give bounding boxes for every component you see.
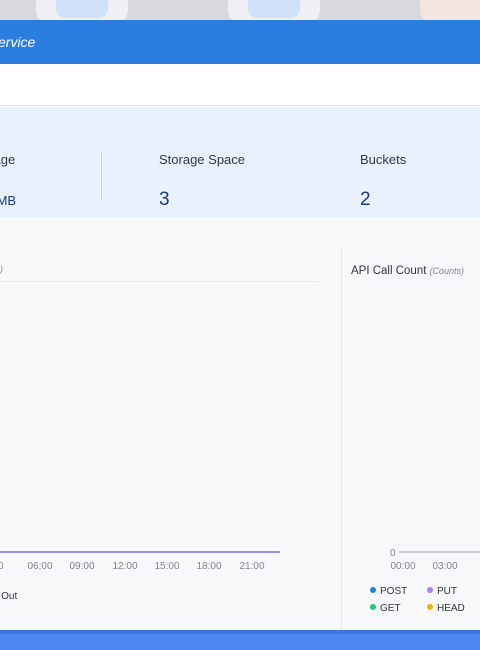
desktop-app-icon[interactable]: [36, 0, 128, 20]
legend-item-get: GET: [370, 603, 401, 614]
y-tick-label: 0: [390, 548, 396, 559]
x-tick-label: 15:00: [154, 561, 179, 572]
taskbar: [0, 630, 480, 650]
desktop-background: [0, 0, 480, 20]
x-axis-ticks: 00:0003:000: [390, 561, 457, 572]
stat-unit: MB: [0, 193, 17, 208]
stat-storage-space: Storage Space 3: [159, 107, 339, 217]
stat-label: Buckets: [360, 152, 407, 167]
x-tick-label: 06:00: [27, 561, 52, 572]
api-call-chart: 0 00:0003:000: [390, 548, 480, 572]
x-tick-label: 00:00: [390, 561, 415, 572]
x-tick-label: 18:00: [196, 561, 221, 572]
stat-buckets: Buckets 2: [360, 107, 480, 217]
x-tick-label: 09:00: [69, 561, 94, 572]
desktop-app-icon[interactable]: [420, 0, 480, 20]
window-title: ervice: [0, 34, 36, 50]
dashboard-content: ) 0006:0009:0012:0015:0018:0021:00 ta Ou…: [0, 217, 480, 632]
app-window: ervice orage 3MB Storage Space 3 Buckets…: [0, 20, 480, 632]
x-tick-label: 00: [0, 561, 4, 572]
legend-item: ta Out: [0, 591, 18, 602]
stat-label: Storage Space: [159, 152, 246, 167]
x-tick-label: 12:00: [112, 561, 137, 572]
stat-divider: [101, 151, 102, 201]
window-titlebar: ervice: [0, 20, 480, 64]
stat-total-storage: orage 3MB: [0, 107, 102, 217]
overview-stats: orage 3MB Storage Space 3 Buckets 2: [0, 107, 480, 217]
traffic-chart-card: ) 0006:0009:0012:0015:0018:0021:00 ta Ou…: [0, 247, 320, 632]
toolbar: [0, 64, 480, 106]
legend-item-post: POST: [370, 586, 407, 597]
x-axis-ticks: 00 06:00 09:00 12:00 15:00 18:00 21:00: [0, 561, 265, 572]
stat-value: 3MB: [0, 189, 16, 211]
desktop-app-icon[interactable]: [228, 0, 320, 20]
x-tick-label: 03:00: [432, 561, 457, 572]
traffic-chart: 00 06:00 09:00 12:00 15:00 18:00 21:00: [0, 551, 280, 572]
stat-label: orage: [0, 152, 16, 167]
api-call-chart-card: API Call Count(Counts) 0 00:0003:000 POS…: [341, 247, 480, 632]
legend-item-head: HEAD: [427, 603, 465, 614]
stat-value: 2: [360, 189, 371, 210]
legend-item-put: PUT: [427, 586, 457, 597]
x-tick-label: 21:00: [239, 561, 264, 572]
stat-value: 3: [159, 189, 170, 210]
